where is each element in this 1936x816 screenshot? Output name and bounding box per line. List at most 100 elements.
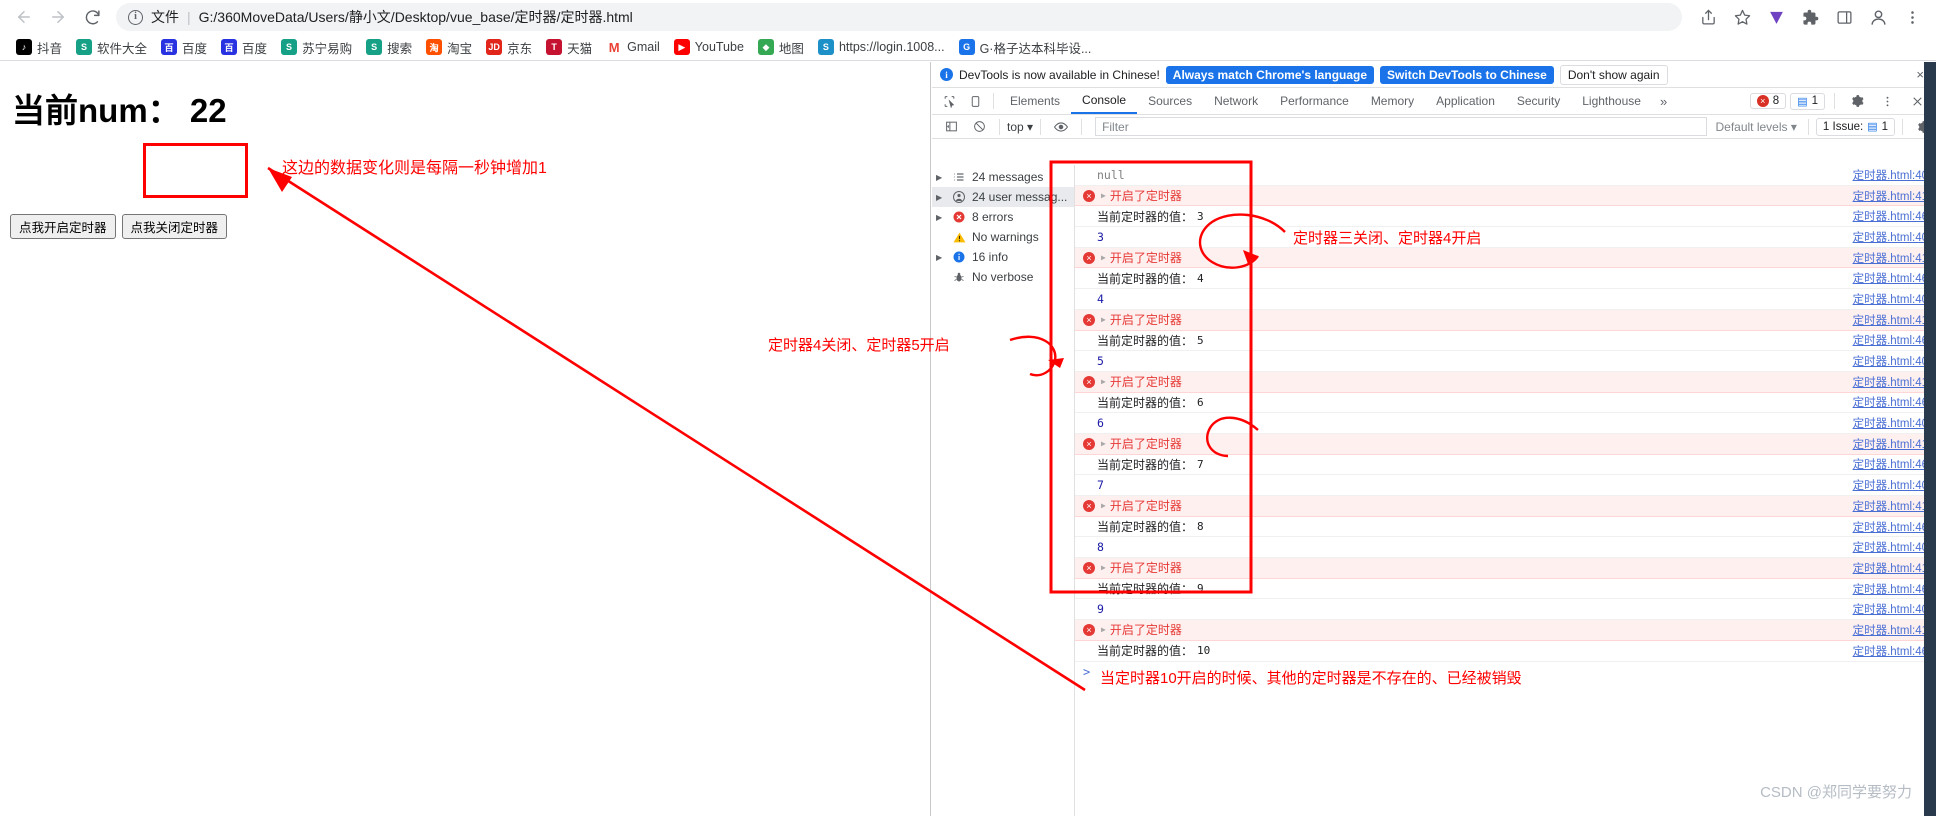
bookmark-item[interactable]: 百百度 [215, 36, 273, 59]
bookmark-item[interactable]: S 软件大全 [70, 36, 153, 59]
console-source-link[interactable]: 定时器.html:41 [1853, 498, 1928, 514]
console-sidebar-item[interactable]: ▶ 24 user messag... [932, 187, 1074, 207]
console-log-row[interactable]: 5 定时器.html:40 [1075, 351, 1936, 372]
address-bar[interactable]: i 文件 | G:/360MoveData/Users/静小文/Desktop/… [116, 3, 1682, 31]
bookmark-item[interactable]: M Gmail [600, 37, 666, 57]
expand-triangle-icon[interactable]: ▶ [1101, 625, 1106, 634]
console-source-link[interactable]: 定时器.html:40 [1853, 539, 1928, 555]
tab-elements[interactable]: Elements [999, 88, 1071, 114]
console-source-link[interactable]: 定时器.html:46 [1853, 519, 1928, 535]
console-log-row[interactable]: 当前定时器的值： 10 定时器.html:46 [1075, 641, 1936, 662]
console-source-link[interactable]: 定时器.html:41 [1853, 312, 1928, 328]
device-toolbar-icon[interactable] [962, 89, 988, 113]
console-source-link[interactable]: 定时器.html:46 [1853, 332, 1928, 348]
bookmark-item[interactable]: 百百度 [155, 36, 213, 59]
console-log-row[interactable]: 当前定时器的值： 5 定时器.html:46 [1075, 331, 1936, 352]
console-log-row[interactable]: 4 定时器.html:40 [1075, 289, 1936, 310]
expand-triangle-icon[interactable]: ▶ [1101, 191, 1106, 200]
star-icon[interactable] [1728, 3, 1756, 31]
console-log-row[interactable]: 当前定时器的值： 9 定时器.html:46 [1075, 579, 1936, 600]
tab-sources[interactable]: Sources [1137, 88, 1203, 114]
expand-triangle-icon[interactable]: ▶ [1101, 439, 1106, 448]
console-sidebar-item[interactable]: ▶ 16 info [932, 247, 1074, 267]
console-source-link[interactable]: 定时器.html:46 [1853, 581, 1928, 597]
console-source-link[interactable]: 定时器.html:46 [1853, 643, 1928, 659]
expand-triangle-icon[interactable]: ▶ [1101, 501, 1106, 510]
more-vertical-icon[interactable] [1874, 89, 1900, 113]
tab-security[interactable]: Security [1506, 88, 1571, 114]
always-match-language-button[interactable]: Always match Chrome's language [1165, 65, 1375, 84]
console-sidebar-item[interactable]: ▶ 24 messages [932, 167, 1074, 187]
console-log-row[interactable]: × ▶ 开启了定时器 定时器.html:41 [1075, 496, 1936, 517]
console-source-link[interactable]: 定时器.html:40 [1853, 477, 1928, 493]
bookmark-item[interactable]: S 苏宁易购 [275, 36, 358, 59]
console-source-link[interactable]: 定时器.html:41 [1853, 436, 1928, 452]
profile-icon[interactable] [1864, 3, 1892, 31]
console-filter-input[interactable]: Filter [1095, 117, 1708, 136]
bookmark-item[interactable]: JD 京东 [480, 36, 538, 59]
sidebar-toggle-icon[interactable] [938, 115, 964, 139]
tab-network[interactable]: Network [1203, 88, 1269, 114]
console-log-row[interactable]: 当前定时器的值： 4 定时器.html:46 [1075, 268, 1936, 290]
extension-v-icon[interactable] [1762, 3, 1790, 31]
console-log-row[interactable]: null 定时器.html:40 [1075, 165, 1936, 186]
console-log-row[interactable]: 当前定时器的值： 3 定时器.html:46 [1075, 206, 1936, 228]
puzzle-icon[interactable] [1796, 3, 1824, 31]
inspect-element-icon[interactable] [936, 89, 962, 113]
bookmark-item[interactable]: ♪ 抖音 [10, 36, 68, 59]
bookmark-item[interactable]: T 天猫 [540, 36, 598, 59]
console-source-link[interactable]: 定时器.html:46 [1853, 456, 1928, 472]
clear-console-icon[interactable] [966, 115, 992, 139]
bookmark-item[interactable]: ▶ YouTube [668, 37, 750, 57]
switch-devtools-chinese-button[interactable]: Switch DevTools to Chinese [1380, 65, 1554, 84]
error-count-badge[interactable]: × 8 [1749, 93, 1787, 109]
forward-arrow-icon[interactable] [44, 3, 72, 31]
console-log-row[interactable]: 9 定时器.html:40 [1075, 599, 1936, 621]
console-log-row[interactable]: 当前定时器的值： 8 定时器.html:46 [1075, 517, 1936, 538]
console-source-link[interactable]: 定时器.html:41 [1853, 622, 1928, 638]
reload-icon[interactable] [78, 3, 106, 31]
console-log-row[interactable]: 6 定时器.html:40 [1075, 413, 1936, 434]
issues-badge[interactable]: 1 Issue: ▤ 1 [1815, 117, 1895, 136]
console-log-row[interactable]: 8 定时器.html:40 [1075, 537, 1936, 559]
bookmark-item[interactable]: S 搜索 [360, 36, 418, 59]
console-source-link[interactable]: 定时器.html:46 [1853, 270, 1928, 286]
console-source-link[interactable]: 定时器.html:40 [1853, 415, 1928, 431]
console-source-link[interactable]: 定时器.html:40 [1853, 229, 1928, 245]
chevron-right-icon[interactable]: ▶ [936, 253, 946, 262]
console-log-row[interactable]: 7 定时器.html:40 [1075, 475, 1936, 496]
site-info-icon[interactable]: i [128, 9, 143, 25]
console-log-row[interactable]: × ▶ 开启了定时器 定时器.html:41 [1075, 620, 1936, 641]
chevron-right-icon[interactable]: ▶ [936, 173, 946, 182]
chevron-right-icon[interactable]: ▶ [936, 193, 946, 202]
console-log-row[interactable]: × ▶ 开启了定时器 定时器.html:41 [1075, 309, 1936, 331]
console-source-link[interactable]: 定时器.html:40 [1853, 353, 1928, 369]
console-sidebar-item[interactable]: No verbose [932, 267, 1074, 287]
console-sidebar-item[interactable]: No warnings [932, 227, 1074, 247]
expand-triangle-icon[interactable]: ▶ [1101, 315, 1106, 324]
start-timer-button[interactable]: 点我开启定时器 [10, 214, 116, 239]
stop-timer-button[interactable]: 点我关闭定时器 [121, 214, 228, 239]
more-tabs-icon[interactable]: » [1652, 94, 1675, 109]
tab-performance[interactable]: Performance [1269, 88, 1360, 114]
console-source-link[interactable]: 定时器.html:41 [1853, 188, 1928, 204]
console-source-link[interactable]: 定时器.html:40 [1853, 167, 1928, 183]
tab-console[interactable]: Console [1071, 88, 1138, 114]
console-log-row[interactable]: × ▶ 开启了定时器 定时器.html:41 [1075, 371, 1936, 393]
console-sidebar-item[interactable]: ▶ 8 errors [932, 207, 1074, 227]
console-source-link[interactable]: 定时器.html:46 [1853, 208, 1928, 224]
console-source-link[interactable]: 定时器.html:41 [1853, 560, 1928, 576]
bookmark-item[interactable]: 淘淘宝 [420, 36, 478, 59]
dont-show-again-button[interactable]: Don't show again [1559, 64, 1668, 85]
console-log-row[interactable]: × ▶ 开启了定时器 定时器.html:41 [1075, 433, 1936, 455]
expand-triangle-icon[interactable]: ▶ [1101, 377, 1106, 386]
console-log-row[interactable]: × ▶ 开启了定时器 定时器.html:41 [1075, 247, 1936, 269]
tab-application[interactable]: Application [1425, 88, 1506, 114]
console-source-link[interactable]: 定时器.html:40 [1853, 291, 1928, 307]
bookmark-item[interactable]: ◆ 地图 [752, 36, 810, 59]
console-source-link[interactable]: 定时器.html:41 [1853, 374, 1928, 390]
console-source-link[interactable]: 定时器.html:41 [1853, 250, 1928, 266]
console-log-row[interactable]: 当前定时器的值： 7 定时器.html:46 [1075, 455, 1936, 476]
console-source-link[interactable]: 定时器.html:40 [1853, 601, 1928, 617]
gear-icon[interactable] [1844, 89, 1870, 113]
